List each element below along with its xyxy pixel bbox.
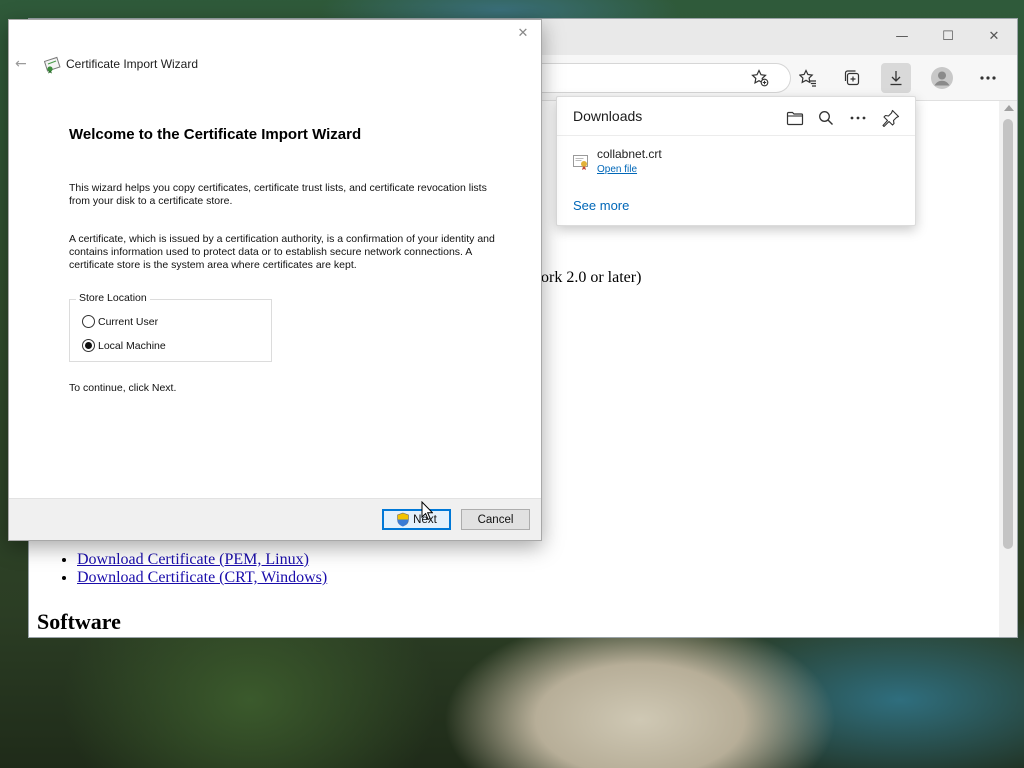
- wizard-title: Certificate Import Wizard: [66, 57, 199, 71]
- see-more-link[interactable]: See more: [573, 198, 629, 213]
- cancel-button[interactable]: Cancel: [461, 509, 530, 530]
- profile-icon[interactable]: [927, 63, 957, 93]
- downloads-icon[interactable]: [881, 63, 911, 93]
- next-button[interactable]: Next: [382, 509, 451, 530]
- download-file-name[interactable]: collabnet.crt: [597, 147, 662, 161]
- continue-instruction: To continue, click Next.: [69, 382, 177, 394]
- welcome-heading: Welcome to the Certificate Import Wizard: [69, 126, 362, 143]
- list-item: Download Certificate (PEM, Linux): [77, 551, 327, 569]
- current-user-option[interactable]: Current User: [82, 315, 158, 328]
- certificate-description-paragraph: A certificate, which is issued by a cert…: [69, 233, 495, 271]
- list-item: Download Certificate (CRT, Windows): [77, 569, 327, 587]
- downloads-title: Downloads: [573, 108, 643, 124]
- vertical-scrollbar[interactable]: [999, 101, 1017, 637]
- downloads-panel: Downloads collabnet.crt Open file See mo…: [556, 96, 916, 226]
- scroll-up-arrow[interactable]: [1004, 105, 1014, 111]
- radio-selected-dot: [85, 342, 92, 349]
- download-pem-link[interactable]: Download Certificate (PEM, Linux): [77, 551, 309, 568]
- page-partial-text: ork 2.0 or later): [541, 269, 642, 286]
- folder-icon[interactable]: [782, 105, 808, 131]
- current-user-label: Current User: [98, 315, 159, 328]
- search-icon[interactable]: [813, 105, 839, 131]
- local-machine-option[interactable]: Local Machine: [82, 339, 166, 352]
- local-machine-radio[interactable]: [82, 339, 95, 352]
- more-icon[interactable]: [845, 105, 871, 131]
- wizard-footer: Next Cancel: [9, 498, 541, 540]
- cancel-label: Cancel: [477, 513, 514, 526]
- download-links-list: Download Certificate (PEM, Linux) Downlo…: [59, 551, 327, 587]
- scrollbar-thumb[interactable]: [1003, 119, 1013, 549]
- divider: [557, 135, 915, 136]
- local-machine-label: Local Machine: [98, 339, 166, 352]
- certificate-icon: [43, 56, 62, 74]
- intro-paragraph: This wizard helps you copy certificates,…: [69, 182, 487, 207]
- close-window-button[interactable]: ✕: [979, 25, 1009, 49]
- collections-icon[interactable]: [837, 63, 867, 93]
- certificate-import-wizard: ✕ ← Certificate Import Wizard Welcome to…: [8, 19, 542, 541]
- open-file-link[interactable]: Open file: [597, 164, 637, 175]
- close-icon[interactable]: ✕: [513, 24, 533, 44]
- mouse-cursor-icon: [421, 500, 434, 521]
- uac-shield-icon: [396, 512, 410, 527]
- software-heading: Software: [37, 609, 121, 634]
- certificate-file-icon: [572, 153, 590, 171]
- store-location-legend: Store Location: [76, 292, 150, 304]
- back-arrow-icon[interactable]: ←: [15, 56, 35, 72]
- more-icon[interactable]: [973, 63, 1003, 93]
- store-location-group: Store Location Current User Local Machin…: [69, 292, 272, 362]
- add-favorite-icon[interactable]: [745, 63, 775, 93]
- download-crt-link[interactable]: Download Certificate (CRT, Windows): [77, 569, 327, 586]
- favorites-icon[interactable]: [793, 63, 823, 93]
- current-user-radio[interactable]: [82, 315, 95, 328]
- minimize-button[interactable]: —: [887, 25, 917, 49]
- maximize-button[interactable]: ☐: [933, 25, 963, 49]
- pin-icon[interactable]: [878, 105, 904, 131]
